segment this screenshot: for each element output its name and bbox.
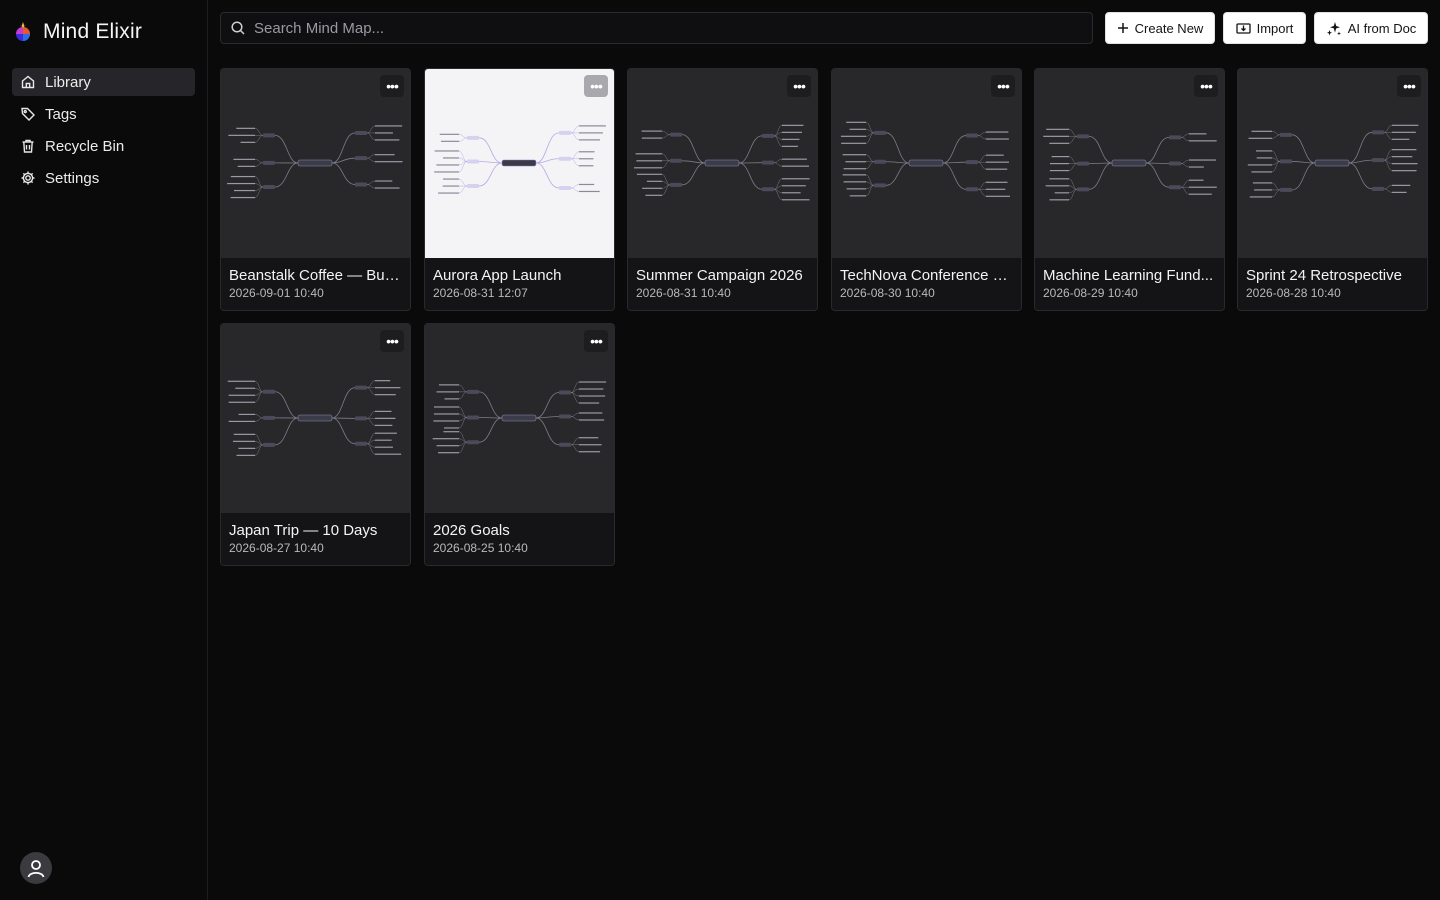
map-card[interactable]: ••• Aurora App Launch 2026-08-31 12:07 [424, 68, 615, 311]
more-icon: ••• [386, 333, 399, 349]
map-card[interactable]: ••• Sprint 24 Retrospective 2026-08-28 1… [1237, 68, 1428, 311]
sidebar-item-label: Tags [45, 105, 77, 123]
map-card-meta: Beanstalk Coffee — Bus... 2026-09-01 10:… [221, 258, 410, 310]
more-options-button[interactable]: ••• [584, 330, 608, 352]
more-icon: ••• [590, 78, 603, 94]
mind-map-preview [1043, 128, 1217, 201]
map-thumbnail [425, 324, 614, 513]
map-date: 2026-08-25 10:40 [433, 541, 528, 555]
ai-from-doc-button[interactable]: AI from Doc [1314, 12, 1428, 44]
sidebar-nav: Library Tags Recycle Bin Settings [12, 68, 195, 196]
map-title: 2026 Goals [433, 522, 510, 539]
more-options-button[interactable]: ••• [584, 75, 608, 97]
map-card[interactable]: ••• Summer Campaign 2026 2026-08-31 10:4… [627, 68, 818, 311]
map-title: Summer Campaign 2026 [636, 267, 803, 284]
map-card-meta: Japan Trip — 10 Days 2026-08-27 10:40 [221, 513, 410, 565]
more-options-button[interactable]: ••• [787, 75, 811, 97]
map-date: 2026-08-28 10:40 [1246, 286, 1341, 300]
mind-map-preview [227, 125, 403, 199]
mind-map-preview [432, 381, 607, 454]
map-card-meta: Aurora App Launch 2026-08-31 12:07 [425, 258, 614, 310]
map-thumbnail [628, 69, 817, 258]
user-icon [27, 860, 45, 878]
map-card-meta: Summer Campaign 2026 2026-08-31 10:40 [628, 258, 817, 310]
map-card[interactable]: ••• Japan Trip — 10 Days 2026-08-27 10:4… [220, 323, 411, 566]
app-name: Mind Elixir [43, 20, 143, 43]
search-icon [231, 21, 245, 35]
more-icon: ••• [793, 78, 806, 94]
map-date: 2026-08-31 12:07 [433, 286, 528, 300]
create-new-button[interactable]: Create New [1105, 12, 1215, 44]
sidebar-item-recycle-bin[interactable]: Recycle Bin [12, 132, 195, 160]
more-options-button[interactable]: ••• [380, 75, 404, 97]
more-icon: ••• [1403, 78, 1416, 94]
plus-icon [1117, 23, 1128, 33]
map-title: TechNova Conference 2... [840, 267, 1013, 284]
map-card[interactable]: ••• TechNova Conference 2... 2026-08-30 … [831, 68, 1022, 311]
trash-icon [22, 139, 34, 153]
map-card-meta: 2026 Goals 2026-08-25 10:40 [425, 513, 614, 565]
map-title: Machine Learning Fund... [1043, 267, 1214, 284]
map-thumbnail [1238, 69, 1427, 258]
map-thumbnail [832, 69, 1021, 258]
map-title: Aurora App Launch [433, 267, 562, 284]
mind-map-preview [1247, 124, 1419, 198]
map-card-meta: TechNova Conference 2... 2026-08-30 10:4… [832, 258, 1021, 310]
import-label: Import [1256, 20, 1294, 36]
map-date: 2026-08-31 10:40 [636, 286, 731, 300]
import-icon [1235, 22, 1251, 34]
map-card-meta: Sprint 24 Retrospective 2026-08-28 10:40 [1238, 258, 1427, 310]
mind-map-preview [634, 124, 810, 201]
map-card[interactable]: ••• Beanstalk Coffee — Bus... 2026-09-01… [220, 68, 411, 311]
more-icon: ••• [1200, 78, 1213, 94]
ai-from-doc-label: AI from Doc [1347, 20, 1417, 36]
user-avatar[interactable] [20, 852, 52, 884]
logo-icon [16, 22, 30, 41]
map-card[interactable]: ••• 2026 Goals 2026-08-25 10:40 [424, 323, 615, 566]
sidebar-item-settings[interactable]: Settings [12, 164, 195, 192]
tag-icon [21, 107, 35, 121]
more-icon: ••• [997, 78, 1010, 94]
more-options-button[interactable]: ••• [991, 75, 1015, 97]
gear-icon [21, 171, 35, 185]
sidebar-item-tags[interactable]: Tags [12, 100, 195, 128]
map-thumbnail [425, 69, 614, 258]
import-button[interactable]: Import [1223, 12, 1306, 44]
more-options-button[interactable]: ••• [380, 330, 404, 352]
map-title: Sprint 24 Retrospective [1246, 267, 1402, 284]
map-date: 2026-08-29 10:40 [1043, 286, 1138, 300]
sidebar-item-label: Library [45, 73, 91, 91]
search-input[interactable] [254, 19, 1074, 37]
sidebar: Mind Elixir Library Tags Recycle Bin Set… [0, 0, 208, 900]
map-title: Beanstalk Coffee — Bus... [229, 267, 402, 284]
search-bar [220, 12, 1093, 44]
more-icon: ••• [590, 333, 603, 349]
more-icon: ••• [386, 78, 399, 94]
brand[interactable]: Mind Elixir [12, 18, 142, 46]
map-date: 2026-08-30 10:40 [840, 286, 935, 300]
sidebar-item-label: Recycle Bin [45, 137, 125, 155]
map-date: 2026-08-27 10:40 [229, 541, 324, 555]
mind-map-preview [434, 125, 606, 194]
mind-map-preview [227, 380, 402, 456]
sidebar-item-label: Settings [45, 169, 100, 187]
map-thumbnail [221, 324, 410, 513]
map-card-meta: Machine Learning Fund... 2026-08-29 10:4… [1035, 258, 1224, 310]
map-title: Japan Trip — 10 Days [229, 522, 378, 539]
home-icon [21, 75, 35, 89]
map-thumbnail [221, 69, 410, 258]
sidebar-item-library[interactable]: Library [12, 68, 195, 96]
more-options-button[interactable]: ••• [1194, 75, 1218, 97]
more-options-button[interactable]: ••• [1397, 75, 1421, 97]
mind-map-preview [840, 121, 1010, 197]
map-thumbnail [1035, 69, 1224, 258]
map-date: 2026-09-01 10:40 [229, 286, 324, 300]
sparkle-icon [1326, 21, 1341, 35]
map-card[interactable]: ••• Machine Learning Fund... 2026-08-29 … [1034, 68, 1225, 311]
create-new-label: Create New [1134, 20, 1204, 36]
